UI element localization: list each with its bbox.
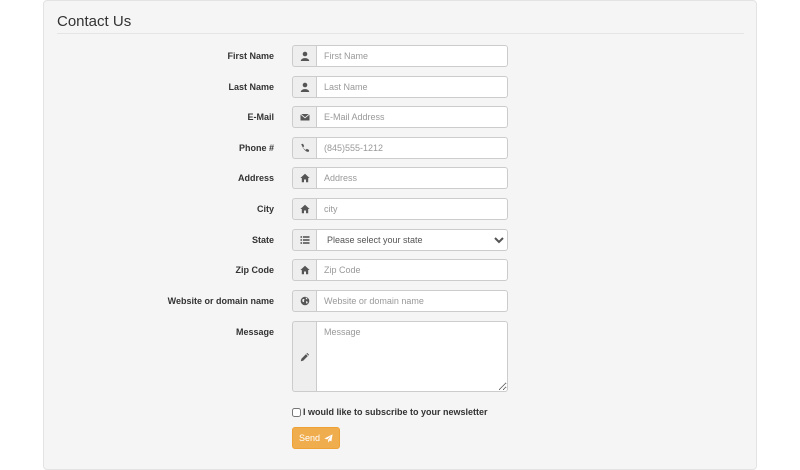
first-name-row: First Name [44, 45, 758, 67]
user-icon [292, 76, 317, 98]
state-select[interactable]: Please select your state [316, 229, 508, 251]
newsletter-checkbox-row[interactable]: I would like to subscribe to your newsle… [292, 406, 488, 418]
state-row: State Please select your state [44, 229, 758, 251]
contact-form-panel: Contact Us First Name Last Name E-Mail P… [43, 0, 757, 470]
address-row: Address [44, 167, 758, 189]
phone-icon [292, 137, 317, 159]
email-input[interactable] [316, 106, 508, 128]
home-icon [292, 198, 317, 220]
send-button[interactable]: Send [292, 427, 340, 449]
email-label: E-Mail [247, 112, 274, 122]
list-icon [292, 229, 317, 251]
user-icon [292, 45, 317, 67]
email-row: E-Mail [44, 106, 758, 128]
last-name-label: Last Name [228, 82, 274, 92]
globe-icon [292, 290, 317, 312]
first-name-input[interactable] [316, 45, 508, 67]
message-row: Message [44, 321, 758, 392]
newsletter-checkbox[interactable] [292, 407, 301, 417]
zip-label: Zip Code [235, 265, 275, 275]
city-label: City [256, 204, 274, 214]
website-row: Website or domain name [44, 290, 758, 312]
website-label: Website or domain name [167, 296, 274, 306]
phone-label: Phone # [238, 143, 274, 153]
form-legend: Contact Us [57, 13, 744, 34]
send-icon [324, 433, 333, 443]
zip-row: Zip Code [44, 259, 758, 281]
envelope-icon [292, 106, 317, 128]
phone-input[interactable] [316, 137, 508, 159]
message-label: Message [235, 327, 274, 337]
city-row: City [44, 198, 758, 220]
city-input[interactable] [316, 198, 508, 220]
last-name-row: Last Name [44, 76, 758, 98]
last-name-input[interactable] [316, 76, 508, 98]
phone-row: Phone # [44, 137, 758, 159]
address-label: Address [237, 173, 274, 183]
home-icon [292, 167, 317, 189]
state-label: State [251, 235, 274, 245]
pencil-icon [292, 321, 317, 392]
message-textarea[interactable] [316, 321, 508, 392]
first-name-label: First Name [227, 51, 274, 61]
home-icon [292, 259, 317, 281]
send-button-label: Send [299, 433, 321, 443]
newsletter-label: I would like to subscribe to your newsle… [303, 407, 488, 417]
address-input[interactable] [316, 167, 508, 189]
zip-input[interactable] [316, 259, 508, 281]
website-input[interactable] [316, 290, 508, 312]
